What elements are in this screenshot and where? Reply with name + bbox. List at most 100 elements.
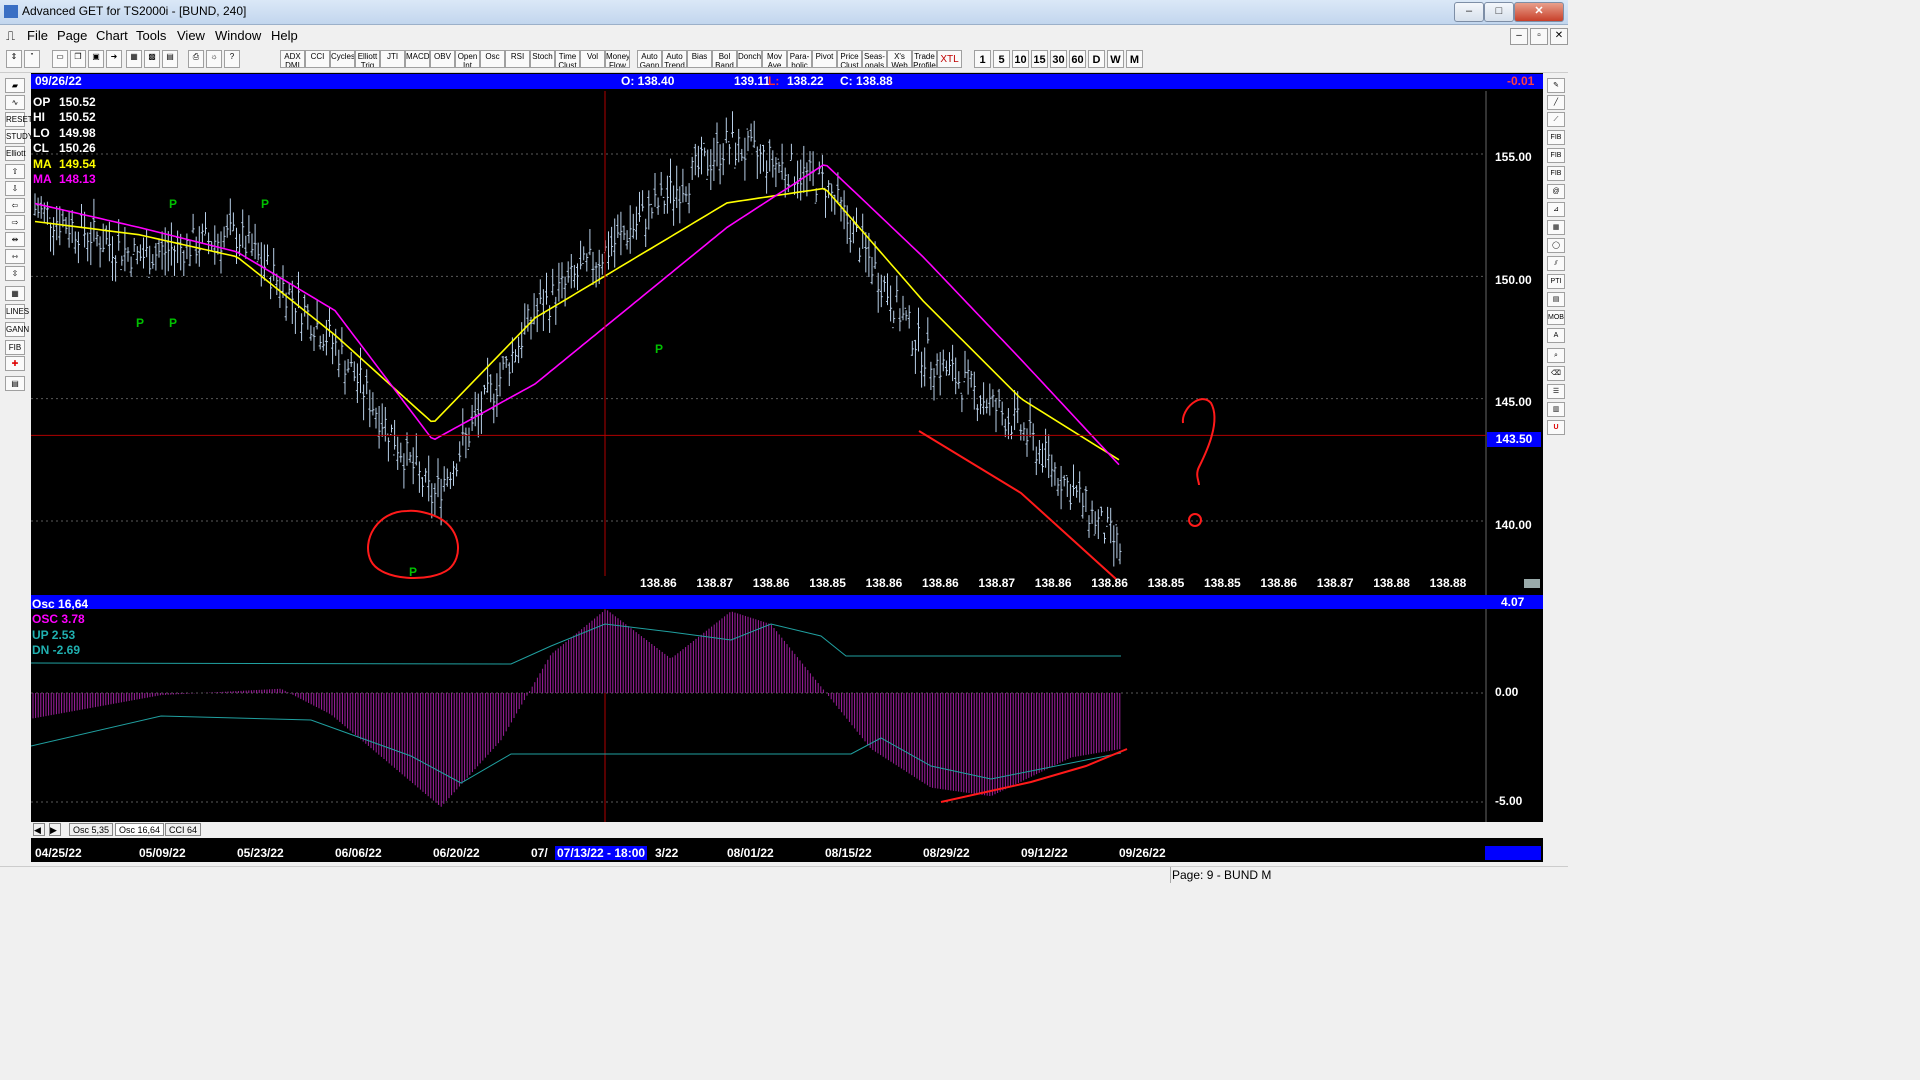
indicator-button[interactable]: JTI — [380, 50, 405, 68]
mdi-restore-button[interactable]: ▫ — [1530, 28, 1548, 45]
line-icon[interactable]: ╱ — [1547, 95, 1565, 110]
indicator-button[interactable]: OBV — [430, 50, 455, 68]
list-icon[interactable]: ☰ — [1547, 384, 1565, 399]
tab-next-icon[interactable]: ▶ — [49, 823, 61, 836]
magnet-icon[interactable]: U — [1547, 420, 1565, 435]
maximize-button[interactable]: □ — [1484, 2, 1514, 22]
menu-chart[interactable]: Chart — [96, 28, 128, 43]
timeframe-button[interactable]: 30 — [1050, 50, 1067, 68]
pointer-icon[interactable]: ⇕ — [6, 50, 22, 68]
up-arrow-icon[interactable]: ⇧ — [5, 164, 25, 179]
indicator-button[interactable]: Para-bolic — [787, 50, 812, 68]
menu-tools[interactable]: Tools — [136, 28, 166, 43]
page-icon[interactable]: ▤ — [5, 376, 25, 391]
close-button[interactable]: ✕ — [1514, 2, 1564, 22]
zoom-icon[interactable]: ⌕ — [1547, 348, 1565, 363]
scale-icon[interactable]: ⇳ — [5, 266, 25, 281]
indicator-button[interactable]: Bol Band — [712, 50, 737, 68]
menu-window[interactable]: Window — [215, 28, 261, 43]
sheet-icon[interactable]: ▥ — [1547, 402, 1565, 417]
indicator-button[interactable]: Bias — [687, 50, 712, 68]
right-arrow-icon[interactable]: ⇨ — [5, 215, 25, 230]
grid-tool-icon[interactable]: ▦ — [1547, 220, 1565, 235]
pencil-icon[interactable]: ✎ — [1547, 78, 1565, 93]
indicator-button[interactable]: Time Clust — [555, 50, 580, 68]
tile-icon[interactable]: ▤ — [162, 50, 178, 68]
box-icon[interactable]: ▦ — [5, 286, 25, 301]
layout-icon[interactable]: ▦ — [126, 50, 142, 68]
indicator-button[interactable]: X's Web — [887, 50, 912, 68]
print-icon[interactable]: ⎙ — [188, 50, 204, 68]
arrow-icon[interactable]: ➜ — [106, 50, 122, 68]
fib-ret-tool[interactable]: FIB RET — [1547, 130, 1565, 155]
indicator-button[interactable]: Stoch — [530, 50, 555, 68]
indicator-button[interactable]: RSI — [505, 50, 530, 68]
timeframe-button[interactable]: M — [1126, 50, 1143, 68]
help-icon[interactable]: ? — [224, 50, 240, 68]
indicator-button[interactable]: Pivot — [812, 50, 837, 68]
down-arrow-icon[interactable]: ⇩ — [5, 181, 25, 196]
text-tool-icon[interactable]: A — [1547, 328, 1565, 343]
reset-tool[interactable]: RESET — [5, 112, 33, 127]
crosshair-icon[interactable]: ✚ — [5, 356, 25, 371]
copy-icon[interactable]: ❐ — [70, 50, 86, 68]
indicator-button[interactable]: ADX DMI — [280, 50, 305, 68]
mdi-minimize-button[interactable]: – — [1510, 28, 1528, 45]
tab-prev-icon[interactable]: ◀ — [33, 823, 45, 836]
indicator-button[interactable]: XTL — [937, 50, 962, 68]
timeframe-button[interactable]: 10 — [1012, 50, 1029, 68]
compress-icon[interactable]: ⇹ — [5, 232, 25, 247]
indicator-button[interactable]: Mov Ave — [762, 50, 787, 68]
expand-icon[interactable]: ⇿ — [5, 249, 25, 264]
minimize-button[interactable]: – — [1454, 2, 1484, 22]
lightbulb-icon[interactable]: ☼ — [206, 50, 222, 68]
indicator-button[interactable]: Cycles — [330, 50, 355, 68]
fib-ext-tool[interactable]: FIB EXT — [1547, 148, 1565, 173]
indicator-button[interactable]: Seas-onals — [862, 50, 887, 68]
folder-icon[interactable]: ▰ — [5, 78, 25, 93]
tab-cci-64[interactable]: CCI 64 — [165, 823, 202, 836]
cycle-icon[interactable]: ∿ — [5, 95, 25, 110]
grid-icon[interactable]: ▩ — [144, 50, 160, 68]
indicator-button[interactable]: Open Int — [455, 50, 480, 68]
indicator-button[interactable]: CCI — [305, 50, 330, 68]
timeframe-button[interactable]: D — [1088, 50, 1105, 68]
menu-view[interactable]: View — [177, 28, 205, 43]
oscillator-chart[interactable] — [31, 596, 1543, 822]
window-icon[interactable]: ▣ — [88, 50, 104, 68]
fan-icon[interactable]: ⊿ — [1547, 202, 1565, 217]
mob-tool[interactable]: MOB — [1547, 310, 1565, 325]
tab-osc-5-35[interactable]: Osc 5,35 — [69, 823, 114, 836]
indicator-button[interactable]: Price Clust — [837, 50, 862, 68]
indicator-button[interactable]: Vol — [580, 50, 605, 68]
menu-file[interactable]: File — [27, 28, 48, 43]
left-arrow-icon[interactable]: ⇦ — [5, 198, 25, 213]
channel-icon[interactable]: ⫽ — [1547, 256, 1565, 271]
indicator-button[interactable]: Osc — [480, 50, 505, 68]
date-scroll-block[interactable] — [1485, 846, 1541, 860]
gann-tool[interactable]: GANN — [5, 322, 29, 337]
table-icon[interactable]: ▤ — [1547, 292, 1565, 307]
ellipse-icon[interactable]: ◯ — [1547, 238, 1565, 253]
timeframe-button[interactable]: 5 — [993, 50, 1010, 68]
fib-time-tool[interactable]: FIB TIME — [1547, 166, 1565, 191]
timeframe-button[interactable]: 1 — [974, 50, 991, 68]
pti-tool[interactable]: PTI — [1547, 274, 1565, 289]
elliott-tool[interactable]: Elliott — [5, 146, 26, 161]
quote-icon[interactable]: ” — [24, 50, 40, 68]
menu-page[interactable]: Page — [57, 28, 87, 43]
indicator-button[interactable]: Trade Profile — [912, 50, 937, 68]
new-page-icon[interactable]: ▭ — [52, 50, 68, 68]
chart-panel[interactable]: 09/26/22 O: 138.40 139.11 L: 138.22 C: 1… — [31, 73, 1543, 844]
mdi-close-button[interactable]: ✕ — [1550, 28, 1568, 45]
timeframe-button[interactable]: 60 — [1069, 50, 1086, 68]
indicator-button[interactable]: Auto Trend — [662, 50, 687, 68]
scroll-icon[interactable] — [1524, 579, 1540, 588]
indicator-button[interactable]: Money Flow — [605, 50, 630, 68]
indicator-button[interactable]: MACD — [405, 50, 430, 68]
spiral-icon[interactable]: @ — [1547, 184, 1565, 199]
menu-help[interactable]: Help — [271, 28, 298, 43]
timeframe-button[interactable]: W — [1107, 50, 1124, 68]
fib-tool[interactable]: FIB — [5, 340, 25, 355]
tab-osc-16-64[interactable]: Osc 16,64 — [115, 823, 165, 836]
